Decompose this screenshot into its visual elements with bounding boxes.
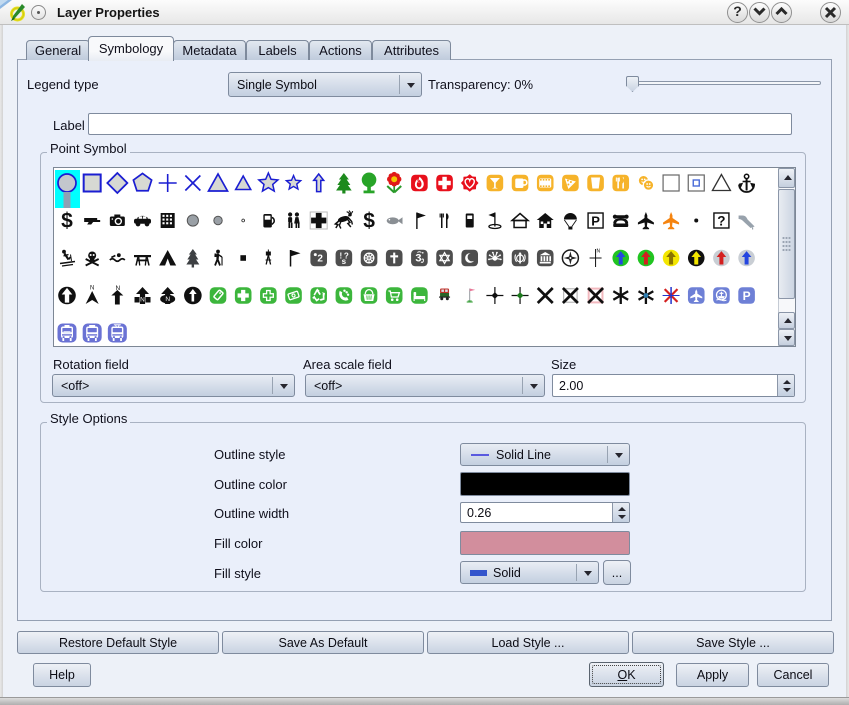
svg-text:N: N bbox=[597, 249, 601, 255]
svg-text:N: N bbox=[165, 296, 170, 303]
svg-text:$: $ bbox=[363, 210, 375, 233]
svg-text:s: s bbox=[342, 257, 347, 266]
svg-text:P: P bbox=[591, 214, 600, 229]
svg-text:$: $ bbox=[61, 210, 73, 233]
svg-text:N: N bbox=[140, 296, 145, 303]
svg-text:?: ? bbox=[717, 214, 725, 229]
svg-text:2: 2 bbox=[317, 254, 323, 265]
svg-text:N: N bbox=[90, 285, 94, 291]
svg-text:3: 3 bbox=[415, 253, 421, 265]
svg-text:P: P bbox=[743, 289, 751, 303]
